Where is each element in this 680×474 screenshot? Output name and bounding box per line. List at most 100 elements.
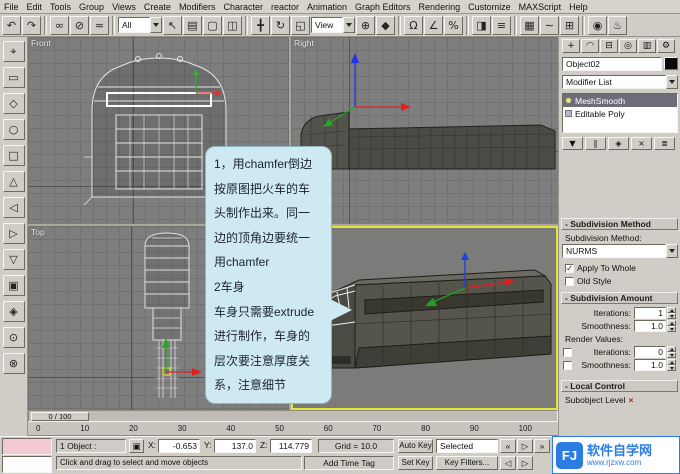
modifier-stack-item-editable-poly[interactable]: Editable Poly [563,107,677,120]
smoothness-field[interactable]: 1.0 [634,320,666,332]
window-crossing-icon[interactable]: ◫ [223,15,242,35]
render-smoothness-spinner[interactable] [667,359,676,371]
top-viewport-label[interactable]: Top [31,227,45,237]
menu-item-reactor[interactable]: reactor [267,2,303,12]
iterations-field[interactable]: 1 [634,307,666,319]
track-bar[interactable]: 0 10 20 30 40 50 60 70 80 90 100 [28,422,558,436]
rollout-subdivision-amount[interactable]: - Subdivision Amount [561,292,678,304]
mirror-icon[interactable]: ◨ [472,15,491,35]
left-toolbar-icon[interactable]: ▽ [2,249,25,270]
chevron-down-icon[interactable] [666,244,678,258]
add-time-tag-field[interactable]: Add Time Tag [304,456,394,470]
go-to-start-button[interactable]: « [500,439,516,453]
menu-item-views[interactable]: Views [108,2,140,12]
front-viewport-label[interactable]: Front [31,38,51,48]
percent-snap-icon[interactable]: % [444,15,463,35]
smoothness-spinner[interactable] [667,320,676,332]
previous-frame-button[interactable]: ◁ [500,456,516,470]
old-style-checkbox[interactable] [565,276,574,286]
menu-item-edit[interactable]: Edit [23,2,47,12]
chevron-down-icon[interactable] [150,17,162,33]
render-iterations-spinner[interactable] [667,346,676,358]
menu-item-customize[interactable]: Customize [464,2,515,12]
next-frame-button[interactable]: ▷ [517,456,533,470]
iterations-spinner[interactable] [667,307,676,319]
time-slider-track[interactable]: 0 / 100 [28,410,558,422]
pin-stack-icon[interactable]: ▼ [562,137,583,150]
left-toolbar-icon[interactable]: ⊙ [2,327,25,348]
render-smoothness-field[interactable]: 1.0 [634,359,666,371]
layer-manager-icon[interactable]: ▦ [520,15,539,35]
rollout-subdivision-method[interactable]: - Subdivision Method [561,218,678,230]
time-slider-handle[interactable]: 0 / 100 [31,412,89,421]
select-and-manipulate-icon[interactable]: ◆ [376,15,395,35]
hierarchy-tab-icon[interactable]: ⊟ [600,39,618,53]
menu-item-file[interactable]: File [0,2,23,12]
auto-key-button[interactable]: Auto Key [398,439,433,453]
maxscript-mini-listener[interactable] [2,456,52,473]
y-coordinate-field[interactable]: 137.0 [214,439,256,453]
menu-item-animation[interactable]: Animation [303,2,351,12]
left-toolbar-icon[interactable]: ⌖ [2,41,25,62]
select-and-rotate-icon[interactable]: ↻ [271,15,290,35]
play-button[interactable]: ▷ [517,439,533,453]
key-mode-dropdown[interactable]: Selected [436,439,498,453]
left-toolbar-icon[interactable]: ◈ [2,301,25,322]
menu-item-graph-editors[interactable]: Graph Editors [351,2,415,12]
left-toolbar-icon[interactable]: △ [2,171,25,192]
menu-item-group[interactable]: Group [75,2,108,12]
create-tab-icon[interactable]: + [562,39,580,53]
selection-filter-value[interactable]: All [118,17,150,33]
menu-item-modifiers[interactable]: Modifiers [175,2,220,12]
modify-tab-icon[interactable]: ◠ [581,39,599,53]
rectangular-selection-icon[interactable]: ▢ [203,15,222,35]
z-coordinate-field[interactable]: 114.779 [270,439,312,453]
bind-to-space-warp-icon[interactable]: ≈ [90,15,109,35]
left-toolbar-icon[interactable]: ◁ [2,197,25,218]
chevron-down-icon[interactable] [666,75,678,89]
display-tab-icon[interactable]: ▥ [638,39,656,53]
modifier-stack-item-meshsmooth[interactable]: MeshSmooth [563,94,677,107]
select-and-move-icon[interactable]: ╋ [251,15,270,35]
maxscript-mini-listener-macro[interactable] [2,438,52,455]
configure-stack-icon[interactable]: ≣ [654,137,675,150]
key-filters-button[interactable]: Key Filters... [436,456,498,470]
x-coordinate-field[interactable]: -0.653 [158,439,200,453]
curve-editor-icon[interactable]: ∼ [540,15,559,35]
remove-modifier-icon[interactable]: × [631,137,652,150]
redo-icon[interactable]: ↷ [22,15,41,35]
make-unique-icon[interactable]: ◈ [608,137,629,150]
modifier-list-value[interactable]: Modifier List [562,75,666,89]
object-color-swatch[interactable] [664,57,678,70]
left-toolbar-icon[interactable]: □ [2,145,25,166]
render-scene-icon[interactable]: ♨ [608,15,627,35]
undo-icon[interactable]: ↶ [2,15,21,35]
subdivision-method-dropdown[interactable]: NURMS [562,244,678,258]
render-iterations-field[interactable]: 0 [634,346,666,358]
motion-tab-icon[interactable]: ◎ [619,39,637,53]
rollout-local-control[interactable]: - Local Control [561,380,678,392]
render-smoothness-checkbox[interactable] [563,360,572,370]
left-toolbar-icon[interactable]: ▣ [2,275,25,296]
modifier-list-dropdown[interactable]: Modifier List [562,75,678,89]
set-key-button[interactable]: Set Key [398,456,433,470]
select-by-name-icon[interactable]: ▤ [183,15,202,35]
reference-coordinate-dropdown[interactable]: View [311,17,355,33]
menu-item-maxscript[interactable]: MAXScript [515,2,566,12]
object-name-field[interactable]: Object02 [562,57,662,71]
lock-selection-button[interactable]: ▣ [129,439,144,453]
left-toolbar-icon[interactable]: ◇ [2,93,25,114]
menu-item-help[interactable]: Help [565,2,592,12]
left-toolbar-icon[interactable]: ⊗ [2,353,25,374]
apply-to-whole-checkbox[interactable]: ✓ [565,263,574,273]
snap-toggle-icon[interactable]: Ω [404,15,423,35]
modifier-enabled-bulb-icon[interactable] [565,97,572,104]
selection-filter-dropdown[interactable]: All [118,17,162,33]
use-pivot-point-icon[interactable]: ⊕ [356,15,375,35]
select-and-link-icon[interactable]: ∞ [50,15,69,35]
show-end-result-icon[interactable]: ∥ [585,137,606,150]
menu-item-rendering[interactable]: Rendering [415,2,465,12]
go-to-end-button[interactable]: » [534,439,550,453]
select-and-scale-icon[interactable]: ◱ [291,15,310,35]
utilities-tab-icon[interactable]: ⚙ [657,39,675,53]
